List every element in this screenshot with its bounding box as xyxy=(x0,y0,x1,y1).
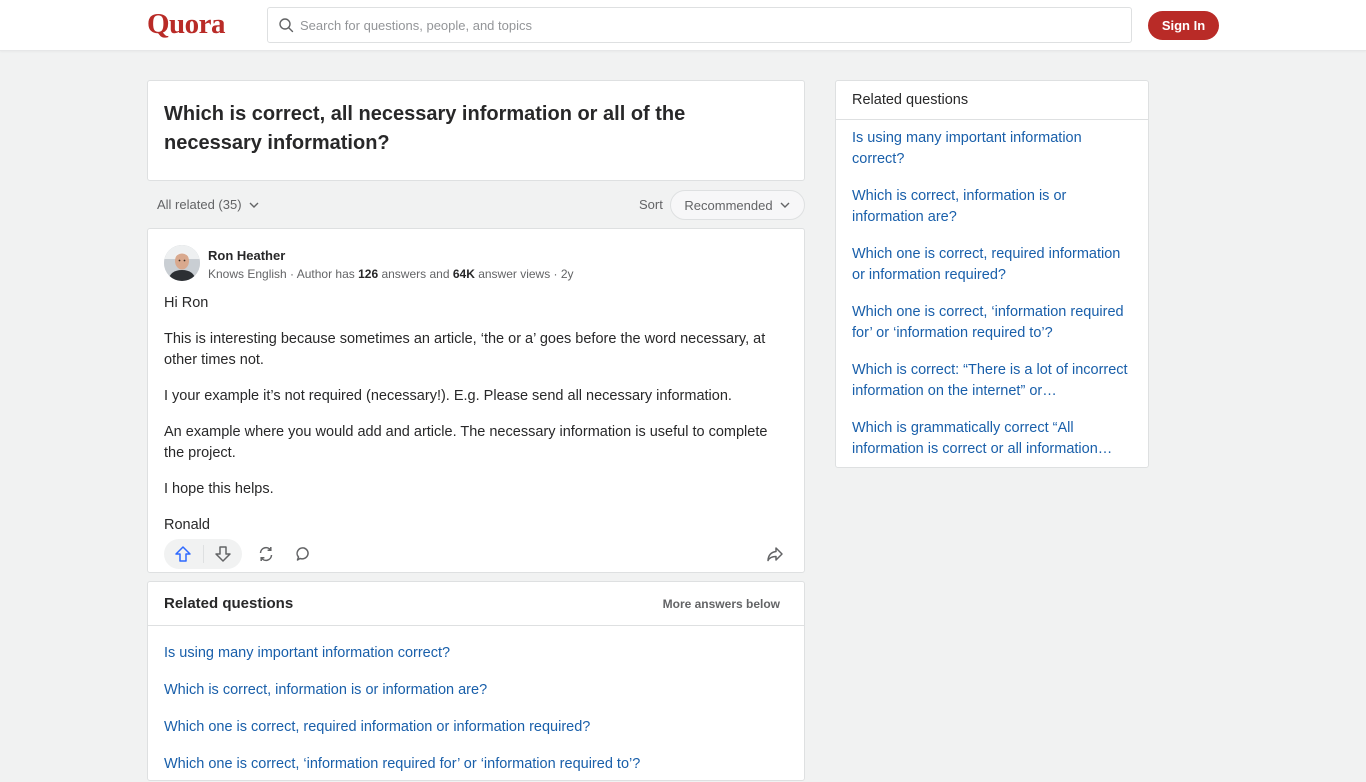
search-box[interactable] xyxy=(267,7,1132,43)
share-button[interactable] xyxy=(760,539,790,569)
comment-button[interactable] xyxy=(289,539,319,569)
answer-paragraph: An example where you would add and artic… xyxy=(164,424,768,461)
quora-logo[interactable]: Quora xyxy=(147,8,226,41)
share-reshare-button[interactable] xyxy=(251,539,281,569)
sidebar-title: Related questions xyxy=(836,81,1148,120)
meta-mid: answers and xyxy=(378,267,453,281)
comment-bubble-icon xyxy=(296,547,309,561)
vote-group xyxy=(164,539,242,569)
chevron-down-icon xyxy=(780,202,790,208)
sidebar-question-link[interactable]: Which is correct, information is or info… xyxy=(852,186,1132,244)
question-title: Which is correct, all necessary informat… xyxy=(164,103,686,154)
related-question-link[interactable]: Which one is correct, required informati… xyxy=(164,708,788,745)
more-answers-below-label: More answers below xyxy=(662,596,780,611)
author-credentials: Knows English · Author has 126 answers a… xyxy=(208,267,574,281)
answer-card: Ron Heather Knows English · Author has 1… xyxy=(147,228,805,573)
all-related-dropdown[interactable]: All related (35) xyxy=(157,197,260,212)
top-navigation-bar: Quora Sign In xyxy=(0,0,1366,51)
search-icon xyxy=(279,18,294,33)
answer-paragraph: This is interesting because sometimes an… xyxy=(164,331,766,368)
answer-action-bar xyxy=(164,539,790,569)
sidebar-related-questions: Related questions Is using many importan… xyxy=(835,80,1149,468)
upvote-button[interactable] xyxy=(164,539,203,569)
chevron-down-icon xyxy=(249,202,259,208)
all-related-label: All related (35) xyxy=(157,197,242,212)
answers-count: 126 xyxy=(358,267,379,281)
share-arrow-icon xyxy=(767,547,783,562)
meta-prefix: Knows English · Author has xyxy=(208,267,359,281)
reshare-icon xyxy=(259,546,273,562)
answer-paragraph: Hi Ron xyxy=(164,295,209,311)
search-input[interactable] xyxy=(300,17,1100,33)
related-question-link[interactable]: Which one is correct, ‘information requi… xyxy=(164,745,788,782)
sign-in-button[interactable]: Sign In xyxy=(1148,11,1219,40)
related-questions-list: Is using many important information corr… xyxy=(148,626,804,782)
sort-value: Recommended xyxy=(684,197,773,213)
sidebar-question-link[interactable]: Which one is correct, required informati… xyxy=(852,244,1132,302)
related-questions-header: Related questions More answers below xyxy=(148,582,804,626)
answer-filter-row: All related (35) Sort Recommended xyxy=(147,190,805,220)
downvote-arrow-icon xyxy=(214,546,231,562)
upvote-arrow-icon xyxy=(175,546,191,562)
sidebar-question-link[interactable]: Which one is correct, ‘information requi… xyxy=(852,302,1132,360)
views-count: 64K xyxy=(452,267,475,281)
sort-label: Sort xyxy=(639,197,663,212)
downvote-button[interactable] xyxy=(203,539,242,569)
question-card: Which is correct, all necessary informat… xyxy=(147,80,805,181)
sort-dropdown[interactable]: Recommended xyxy=(670,190,805,220)
sidebar-question-link[interactable]: Which is grammatically correct “All info… xyxy=(852,418,1132,476)
avatar-photo-icon xyxy=(164,245,200,281)
related-questions-inline: Related questions More answers below Is … xyxy=(147,581,805,781)
related-questions-title: Related questions xyxy=(164,595,294,612)
sidebar-question-link[interactable]: Is using many important information corr… xyxy=(852,128,1132,186)
sidebar-question-link[interactable]: Which is correct: “There is a lot of inc… xyxy=(852,360,1132,418)
answer-body: Hi Ron This is interesting because somet… xyxy=(164,293,790,536)
answer-paragraph: Ronald xyxy=(164,517,210,533)
author-name[interactable]: Ron Heather xyxy=(208,248,285,263)
author-avatar[interactable] xyxy=(164,245,200,281)
answer-paragraph: I hope this helps. xyxy=(164,481,274,497)
meta-suffix: answer views · 2y xyxy=(474,267,574,281)
related-question-link[interactable]: Is using many important information corr… xyxy=(164,634,788,671)
related-question-link[interactable]: Which is correct, information is or info… xyxy=(164,671,788,708)
answer-paragraph: I your example it’s not required (necess… xyxy=(164,388,732,404)
sidebar-question-list: Is using many important information corr… xyxy=(836,120,1148,476)
